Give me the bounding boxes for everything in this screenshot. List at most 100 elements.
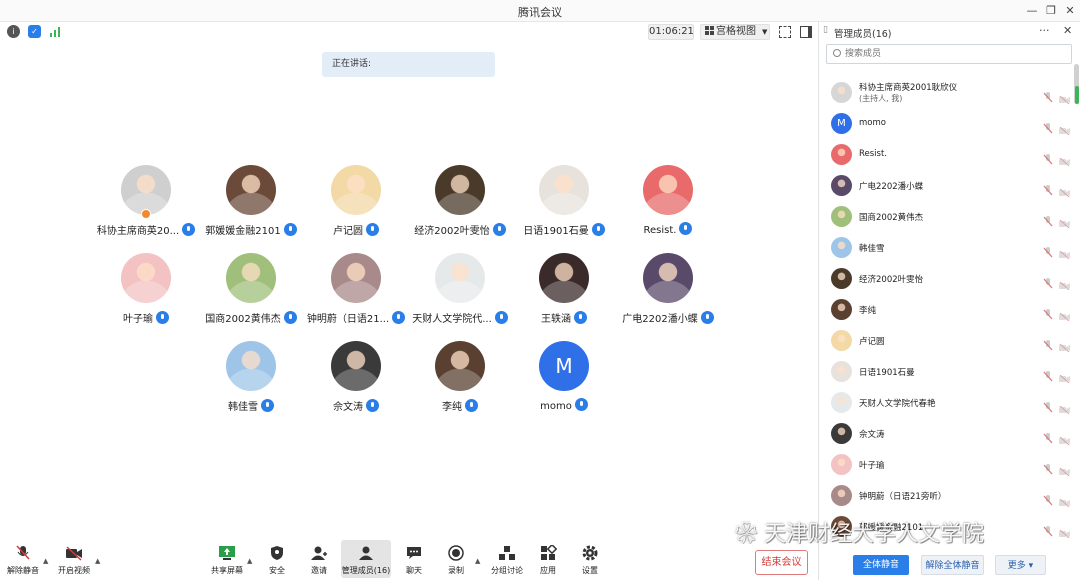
member-row[interactable]: 钟明蔚（日语21旁听）: [819, 481, 1071, 512]
mic-muted-icon[interactable]: [1043, 212, 1053, 227]
apps-button[interactable]: 应用: [525, 540, 571, 578]
end-meeting-button[interactable]: 结束会议: [755, 550, 808, 575]
participant-tile[interactable]: Resist.: [613, 165, 723, 236]
camera-off-icon[interactable]: [1059, 151, 1070, 167]
settings-button[interactable]: 设置: [567, 540, 613, 578]
mic-muted-icon[interactable]: [1043, 336, 1053, 351]
participant-tile[interactable]: Mmomo: [509, 341, 619, 412]
camera-off-icon[interactable]: [1059, 368, 1070, 384]
camera-off-icon[interactable]: [1059, 213, 1070, 229]
close-button[interactable]: ✕: [1061, 2, 1079, 20]
mic-muted-icon[interactable]: [1043, 88, 1053, 103]
participant-tile[interactable]: 天财人文学院代...: [405, 253, 515, 325]
mic-muted-icon[interactable]: [1043, 181, 1053, 196]
shield-icon[interactable]: ✓: [28, 25, 41, 38]
audio-options-icon[interactable]: ▲: [43, 557, 48, 565]
breakout-button[interactable]: 分组讨论: [484, 540, 530, 578]
video-options-icon[interactable]: ▲: [95, 557, 100, 565]
camera-off-icon[interactable]: [1059, 89, 1070, 105]
camera-off-icon[interactable]: [1059, 337, 1070, 353]
mic-muted-icon[interactable]: [1043, 429, 1053, 444]
camera-off-icon[interactable]: [1059, 492, 1070, 508]
camera-off-icon[interactable]: [1059, 399, 1070, 415]
participant-name: 钟明蔚（日语21...: [306, 314, 390, 325]
view-mode-dropdown[interactable]: 宫格视图 ▼: [700, 24, 770, 40]
avatar: [539, 165, 589, 215]
more-options-icon[interactable]: ···: [1039, 24, 1050, 37]
participant-tile[interactable]: 李纯: [405, 341, 515, 413]
member-search-box[interactable]: [826, 44, 1072, 64]
member-avatar: [831, 82, 852, 103]
member-row[interactable]: 韩佳雪: [819, 233, 1071, 264]
participant-tile[interactable]: 广电2202潘小蝶: [613, 253, 723, 325]
participant-tile[interactable]: 经济2002叶雯怡: [405, 165, 515, 237]
info-icon[interactable]: i: [7, 25, 20, 38]
fullscreen-icon[interactable]: [779, 26, 791, 38]
camera-off-icon[interactable]: [1059, 244, 1070, 260]
member-avatar: [831, 330, 852, 351]
mic-muted-icon[interactable]: [1043, 460, 1053, 475]
minimize-button[interactable]: —: [1023, 2, 1041, 20]
member-row[interactable]: 科协主席商英2001耿欣仪 (主持人, 我): [819, 78, 1071, 109]
participant-tile[interactable]: 叶子瑜: [91, 253, 201, 325]
member-search-input[interactable]: [845, 47, 1065, 61]
member-row[interactable]: 广电2202潘小蝶: [819, 171, 1071, 202]
toggle-panel-icon[interactable]: [800, 26, 812, 38]
signal-icon[interactable]: [49, 25, 62, 38]
mic-muted-icon[interactable]: [1043, 491, 1053, 506]
mic-muted-icon[interactable]: [1043, 367, 1053, 382]
share-options-icon[interactable]: ▲: [247, 557, 252, 565]
panel-close-icon[interactable]: ✕: [1063, 24, 1072, 37]
member-row[interactable]: Mmomo: [819, 109, 1071, 140]
mic-muted-icon[interactable]: [1043, 305, 1053, 320]
invite-button[interactable]: 邀请: [296, 540, 342, 578]
camera-off-icon[interactable]: [1059, 430, 1070, 446]
member-row[interactable]: Resist.: [819, 140, 1071, 171]
record-button[interactable]: 录制: [433, 540, 479, 578]
share-screen-button[interactable]: 共享屏幕: [204, 540, 250, 578]
camera-off-icon[interactable]: [1059, 182, 1070, 198]
participant-tile[interactable]: 郭媛媛金融2101: [196, 165, 306, 237]
mic-muted-icon[interactable]: [1043, 522, 1053, 537]
chat-button[interactable]: 聊天: [391, 540, 437, 578]
mic-muted-icon[interactable]: [1043, 119, 1053, 134]
record-options-icon[interactable]: ▲: [475, 557, 480, 565]
mute-all-button[interactable]: 全体静音: [853, 555, 909, 575]
mic-icon: [283, 311, 297, 324]
member-row[interactable]: 李纯: [819, 295, 1071, 326]
mic-muted-icon[interactable]: [1043, 274, 1053, 289]
member-row[interactable]: 佘文涛: [819, 419, 1071, 450]
camera-off-icon[interactable]: [1059, 306, 1070, 322]
member-row[interactable]: 日语1901石曼: [819, 357, 1071, 388]
mic-muted-icon[interactable]: [1043, 398, 1053, 413]
more-button[interactable]: 更多 ▾: [995, 555, 1046, 575]
participant-tile[interactable]: 日语1901石曼: [509, 165, 619, 237]
camera-off-icon[interactable]: [1059, 120, 1070, 136]
start-video-button[interactable]: 开启视频: [51, 540, 97, 578]
camera-off-icon[interactable]: [1059, 523, 1070, 539]
camera-off-icon[interactable]: [1059, 275, 1070, 291]
member-row[interactable]: 国商2002黄伟杰: [819, 202, 1071, 233]
mic-muted-icon[interactable]: [1043, 150, 1053, 165]
member-row[interactable]: 叶子瑜: [819, 450, 1071, 481]
unmute-all-button[interactable]: 解除全体静音: [921, 555, 984, 575]
maximize-button[interactable]: ❐: [1042, 2, 1060, 20]
member-row[interactable]: 卢记圆: [819, 326, 1071, 357]
member-row[interactable]: 经济2002叶雯怡: [819, 264, 1071, 295]
participant-tile[interactable]: 韩佳雪: [196, 341, 306, 413]
camera-off-icon[interactable]: [1059, 461, 1070, 477]
mic-muted-icon[interactable]: [1043, 243, 1053, 258]
participant-tile[interactable]: 国商2002黄伟杰: [196, 253, 306, 325]
participant-name: 韩佳雪: [228, 402, 258, 413]
unmute-button[interactable]: 解除静音: [0, 540, 46, 578]
participant-name: momo: [540, 401, 572, 412]
participant-tile[interactable]: 佘文涛: [301, 341, 411, 413]
manage-members-button[interactable]: 管理成员(16): [341, 540, 391, 578]
participant-tile[interactable]: 王轶涵: [509, 253, 619, 325]
participant-tile[interactable]: 钟明蔚（日语21...: [301, 253, 411, 325]
security-button[interactable]: 安全: [254, 540, 300, 578]
participant-tile[interactable]: 科协主席商英20...: [91, 165, 201, 237]
member-row[interactable]: 天财人文学院代春艳: [819, 388, 1071, 419]
participant-tile[interactable]: 卢记圆: [301, 165, 411, 237]
member-avatar: [831, 237, 852, 258]
